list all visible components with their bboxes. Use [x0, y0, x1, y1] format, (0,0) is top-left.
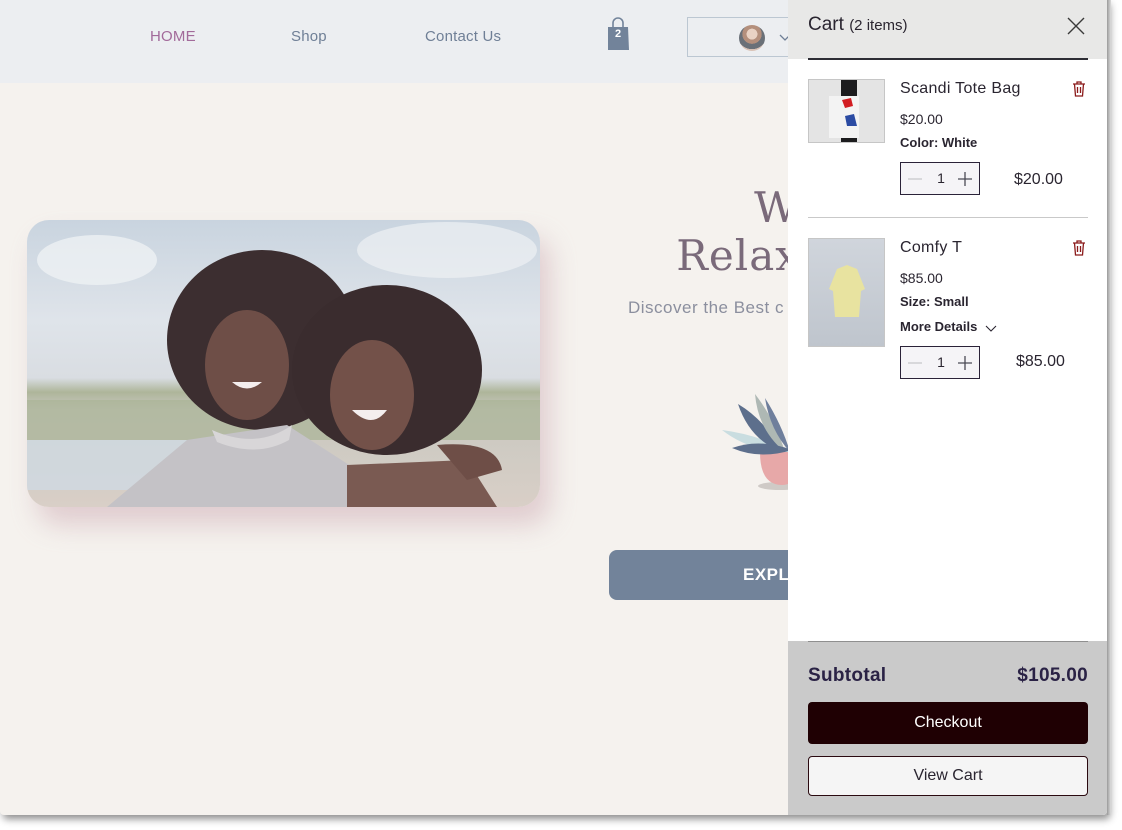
item-line-total: $20.00 — [1014, 171, 1063, 188]
checkout-button[interactable]: Checkout — [808, 702, 1088, 744]
cart-count-badge: 2 — [614, 28, 622, 40]
hero-image — [27, 220, 540, 507]
view-cart-button[interactable]: View Cart — [808, 756, 1088, 796]
quantity-value[interactable]: 1 — [931, 347, 951, 378]
window-edge-shadow — [1107, 0, 1111, 815]
plus-icon[interactable] — [957, 171, 973, 187]
cart-header: Cart (2 items) — [788, 0, 1107, 59]
more-details-toggle[interactable]: More Details — [900, 319, 997, 334]
hero-subtitle: Discover the Best c — [628, 298, 784, 317]
avatar — [739, 25, 765, 51]
cart-item: Scandi Tote Bag $20.00 Color: White 1 $2… — [808, 79, 1088, 199]
cart-panel: Cart (2 items) Scandi Tote Bag $20.00 Co… — [788, 0, 1107, 815]
hero-photo — [27, 222, 540, 507]
quantity-value[interactable]: 1 — [931, 163, 951, 194]
trash-icon[interactable] — [1072, 240, 1086, 256]
item-name[interactable]: Scandi Tote Bag — [900, 80, 1021, 98]
yellow-tshirt-image[interactable] — [808, 238, 885, 347]
tote-bag-thumbnail — [829, 80, 859, 142]
item-option: Color: White — [900, 135, 978, 150]
footer-divider — [808, 641, 1088, 642]
cart-button[interactable]: 2 — [607, 17, 629, 50]
item-divider — [808, 217, 1088, 218]
nav-shop[interactable]: Shop — [291, 28, 327, 45]
plus-icon[interactable] — [957, 355, 973, 371]
cart-title-label: Cart — [808, 14, 844, 35]
cart-item: Comfy T $85.00 Size: Small More Details … — [808, 238, 1088, 383]
tshirt-thumbnail — [829, 265, 865, 317]
cart-title: Cart (2 items) — [808, 14, 908, 36]
chevron-down-icon — [985, 325, 997, 332]
more-details-label: More Details — [900, 319, 978, 334]
trash-icon[interactable] — [1072, 81, 1086, 97]
nav-contact-us[interactable]: Contact Us — [425, 28, 501, 45]
item-price: $85.00 — [900, 270, 943, 286]
close-icon[interactable] — [1066, 16, 1086, 36]
quantity-stepper: 1 — [900, 346, 980, 379]
item-name[interactable]: Comfy T — [900, 239, 962, 257]
header-divider — [808, 58, 1088, 60]
minus-icon[interactable] — [907, 171, 923, 187]
tote-bag-image[interactable] — [808, 79, 885, 143]
nav-home[interactable]: HOME — [150, 28, 196, 45]
quantity-stepper: 1 — [900, 162, 980, 195]
item-price: $20.00 — [900, 111, 943, 127]
browser-window: HOME Shop Contact Us 2 Relaxed Discover … — [0, 0, 1107, 815]
item-line-total: $85.00 — [1016, 353, 1065, 370]
cart-footer: Subtotal $105.00 Checkout View Cart — [788, 641, 1107, 815]
subtotal-value: $105.00 — [1017, 665, 1088, 686]
cart-item-count: (2 items) — [849, 17, 908, 34]
subtotal-label: Subtotal — [808, 665, 887, 686]
minus-icon[interactable] — [907, 355, 923, 371]
item-option: Size: Small — [900, 294, 969, 309]
